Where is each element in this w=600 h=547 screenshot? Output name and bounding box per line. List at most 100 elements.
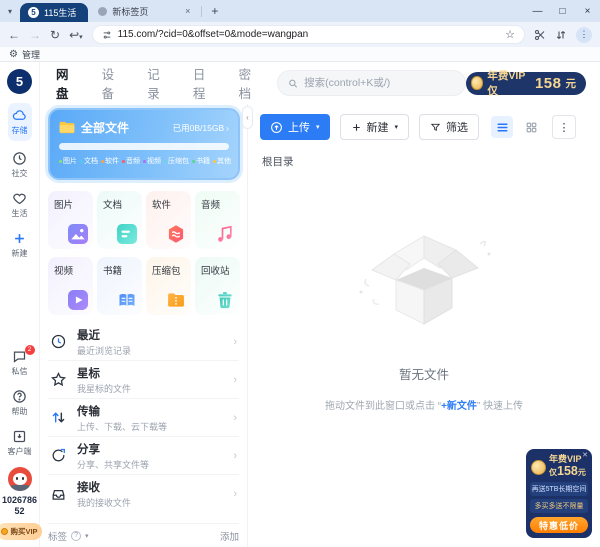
browser-tab-active[interactable]: 5 115生活 [20,3,89,22]
panel-collapse-handle[interactable]: ‹ [242,106,253,129]
legend-dot [59,159,62,163]
tags-label[interactable]: 标签 [48,529,67,543]
shortcut-receive[interactable]: 接收 我的接收文件 › [48,475,239,513]
storage-progress-bar [59,143,229,150]
tags-add-button[interactable]: 添加 [220,529,239,543]
user-id: 102678652 [1,494,38,516]
cloud-icon [12,110,26,120]
storage-legend: 图片 文档 软件 音频 视频 压缩包 书籍 其他 [59,156,231,166]
category-audio[interactable]: 音频 [195,191,240,249]
tab-records[interactable]: 记录 [147,64,170,102]
bookmark-star-icon[interactable]: ☆ [505,28,515,41]
category-video[interactable]: 视频 [48,257,93,315]
more-options-button[interactable]: ⋮ [552,115,577,139]
new-button[interactable]: 新建 ▾ [339,114,410,140]
tab-title: 115生活 [44,8,77,18]
plus-icon [15,234,24,243]
tab-devices[interactable]: 设备 [102,64,125,102]
promo-line-3: 多买多送不限量 [530,499,588,513]
new-tab-button[interactable]: + [205,4,224,18]
window-close-button[interactable]: × [575,6,600,17]
rail-item-help[interactable]: 帮助 [12,389,28,417]
scissors-extension-icon[interactable] [534,29,546,41]
bookmark-manage[interactable]: 管理 [22,48,40,61]
avatar[interactable] [7,466,32,491]
empty-state: 暂无文件 拖动文件到此窗口或点击 “+新文件” 快速上传 [248,216,600,412]
filter-button[interactable]: 筛选 [419,114,480,140]
browser-menu-icon[interactable]: ⋮ [576,26,592,43]
image-icon [68,224,88,244]
browser-window: ▾ 5 115生活 新标签页 × + — □ × ← → ↻ ↩▾ 115.co… [0,0,600,547]
chevron-right-icon: › [233,449,237,462]
search-icon [289,79,298,88]
software-icon [168,225,184,243]
breadcrumb[interactable]: 根目录 [262,154,600,169]
forward-button[interactable]: → [29,28,41,42]
upload-icon [271,121,282,133]
gear-icon: ⚙ [9,48,18,60]
folder-icon [59,121,75,134]
category-archives[interactable]: 压缩包 [146,257,191,315]
address-bar[interactable]: 115.com/?cid=0&offset=0&mode=wangpan ☆ [91,25,525,44]
shortcut-list: 最近 最近浏览记录 › 星标 我星标的文件 › 传输 上传、下载、云下载等 › 分享分… [48,323,239,513]
search-input[interactable] [304,77,455,89]
tab-wangpan[interactable]: 网盘 [56,64,79,102]
empty-box-illustration [359,235,491,325]
sort-extension-icon[interactable] [555,29,567,41]
shortcut-share[interactable]: 分享 分享、共享文件等 › [48,437,239,475]
clock-icon [13,152,26,165]
vip-promo-card[interactable]: ✕ 年费VIP 仅158元 再送5TB长期空间 多买多送不限量 特惠低价 [526,449,592,538]
chevron-right-icon: › [233,335,237,348]
promo-cta-button[interactable]: 特惠低价 [530,517,588,533]
tab-vault[interactable]: 密档 [239,64,262,102]
content-toolbar: 上传 ▾ 新建 ▾ 筛选 ⋮ [248,104,600,140]
buy-vip-button[interactable]: 购买VIP [0,523,42,540]
heart-icon [13,193,26,205]
category-books[interactable]: 书籍 [97,257,142,315]
caret-down-icon: ▾ [394,124,399,131]
back-button[interactable]: ← [8,28,20,42]
logo-115[interactable]: 5 [7,69,32,94]
browser-tab-newtab[interactable]: 新标签页 × [88,0,198,22]
all-files-card[interactable]: 全部文件 已用0B/15GB › 图片 文档 软件 音频 视频 压缩包 书籍 其… [48,108,240,180]
rail-item-create[interactable]: 新建 [12,231,28,259]
rail-item-client[interactable]: 客户端 [8,429,32,457]
tags-caret-icon[interactable]: ▾ [85,532,89,540]
rail-item-social[interactable]: 社交 [12,151,28,179]
reload-button[interactable]: ↻ [50,28,60,42]
tab-search-icon[interactable]: ▾ [0,7,20,16]
shortcut-transfer[interactable]: 传输 上传、下载、云下载等 › [48,399,239,437]
tab-schedule[interactable]: 日程 [193,64,216,102]
zip-folder-icon [168,293,184,307]
category-recycle[interactable]: 回收站 [195,257,240,315]
vip-banner[interactable]: 年费VIP仅 158 元 [465,70,586,97]
category-docs[interactable]: 文档 [97,191,142,249]
tab-close-icon[interactable]: × [185,6,190,16]
shortcut-starred[interactable]: 星标 我星标的文件 › [48,361,239,399]
browser-toolbar: ← → ↻ ↩▾ 115.com/?cid=0&offset=0&mode=wa… [0,22,600,47]
category-apps[interactable]: 软件 [146,191,191,249]
window-maximize-button[interactable]: □ [550,6,575,17]
extension-return-icon[interactable]: ↩▾ [69,28,83,42]
upload-button[interactable]: 上传 ▾ [260,114,330,140]
close-icon[interactable]: ✕ [582,451,588,459]
rail-item-life[interactable]: 生活 [12,191,28,219]
site-favicon-115: 5 [28,7,39,18]
empty-title: 暂无文件 [398,368,449,382]
trash-icon [218,292,232,309]
inbox-icon [52,489,65,500]
category-images[interactable]: 图片 [48,191,93,249]
transfer-icon [52,412,65,423]
url-text[interactable]: 115.com/?cid=0&offset=0&mode=wangpan [118,29,499,40]
new-file-link[interactable]: +新文件 [441,401,477,412]
list-view-button[interactable] [491,116,514,138]
tags-help-icon[interactable]: ? [71,530,82,541]
storage-usage[interactable]: 已用0B/15GB › [173,122,229,134]
rail-item-storage[interactable]: 存储 [7,103,32,141]
site-settings-icon[interactable] [102,30,112,40]
search-box[interactable] [277,70,466,96]
window-minimize-button[interactable]: — [525,6,550,17]
rail-item-messages[interactable]: 2 私信 [12,344,35,377]
shortcut-recent[interactable]: 最近 最近浏览记录 › [48,323,239,361]
grid-view-button[interactable] [520,116,542,138]
